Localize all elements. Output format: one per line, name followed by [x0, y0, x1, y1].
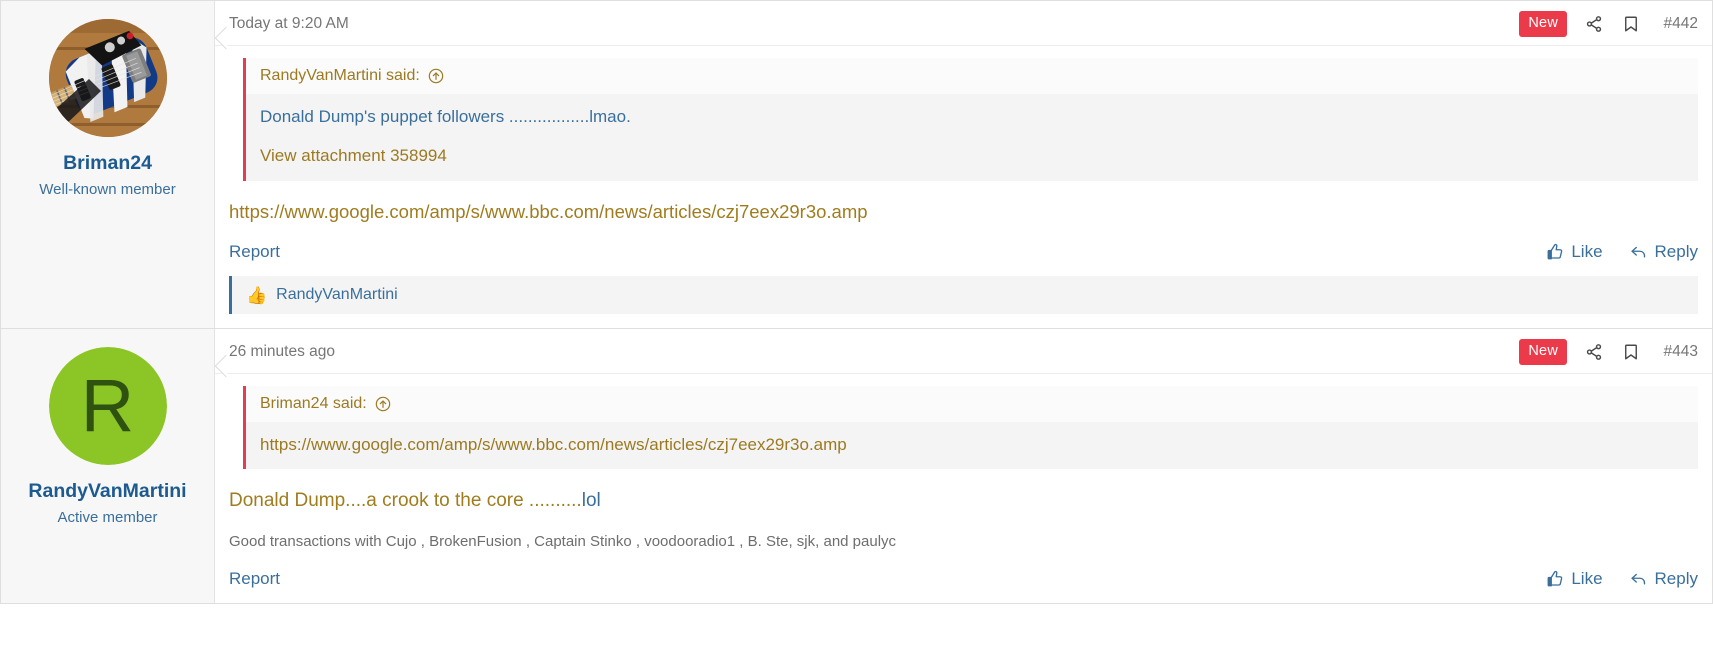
blockquote-content: https://www.google.com/amp/s/www.bbc.com…	[246, 421, 1698, 470]
blockquote-author-label: RandyVanMartini said:	[260, 66, 420, 84]
blockquote-author-label: Briman24 said:	[260, 394, 367, 412]
author-username[interactable]: RandyVanMartini	[11, 479, 204, 504]
post-author-column: Briman24 Well-known member	[1, 1, 215, 329]
post-content: RandyVanMartini said: Donald Dump's pupp…	[215, 46, 1712, 227]
bookmark-icon[interactable]	[1621, 342, 1641, 362]
author-title: Well-known member	[39, 180, 176, 198]
blockquote-content: Donald Dump's puppet followers .........…	[246, 93, 1698, 181]
post-actions-right: Like Reply	[1546, 242, 1698, 262]
blockquote-attachment-line: View attachment 358994	[260, 146, 447, 165]
post-actions-left: Report	[229, 242, 280, 262]
post-author-column: R RandyVanMartini Active member	[1, 329, 215, 604]
bookmark-icon[interactable]	[1621, 14, 1641, 34]
reply-label: Reply	[1654, 242, 1698, 262]
reply-button[interactable]: Reply	[1629, 569, 1698, 589]
thumbs-up-icon	[1546, 243, 1564, 261]
reply-button[interactable]: Reply	[1629, 242, 1698, 262]
arrow-up-circle-icon[interactable]	[375, 395, 392, 412]
post-body-inline-link[interactable]: lol	[582, 490, 601, 511]
blockquote-attribution: Briman24 said:	[246, 385, 1698, 422]
like-label: Like	[1571, 242, 1603, 262]
author-username[interactable]: Briman24	[11, 151, 204, 176]
share-icon[interactable]	[1584, 342, 1604, 362]
post-header: 26 minutes ago New #443	[215, 329, 1712, 374]
post-message-column: 26 minutes ago New #443 Briman24 said: h…	[215, 329, 1712, 603]
share-icon[interactable]	[1584, 14, 1604, 34]
thumbs-up-reaction-icon: 👍	[246, 285, 268, 305]
avatar[interactable]: R	[48, 347, 167, 466]
thread-post-list: Briman24 Well-known member Today at 9:20…	[0, 0, 1713, 605]
thumbs-up-icon	[1546, 570, 1564, 588]
reply-arrow-icon	[1629, 243, 1648, 261]
blockquote-attribution: RandyVanMartini said:	[246, 57, 1698, 94]
blockquote: Briman24 said: https://www.google.com/am…	[243, 385, 1698, 470]
blockquote-line: Donald Dump's puppet followers .........…	[260, 106, 631, 126]
like-label: Like	[1571, 569, 1603, 589]
post-442: Briman24 Well-known member Today at 9:20…	[0, 0, 1713, 330]
post-message-column: Today at 9:20 AM New #442 RandyVanMartin…	[215, 1, 1712, 328]
post-header-controls: New #442	[1519, 11, 1698, 37]
reaction-usernames[interactable]: RandyVanMartini	[276, 286, 398, 304]
post-number[interactable]: #442	[1658, 15, 1698, 33]
post-body-text: Donald Dump....a crook to the core .....…	[229, 483, 1698, 517]
author-title: Active member	[57, 509, 158, 527]
post-actions: Report Like Reply	[215, 553, 1712, 603]
post-body-link[interactable]: https://www.google.com/amp/s/www.bbc.com…	[229, 195, 1698, 227]
like-button[interactable]: Like	[1546, 569, 1603, 589]
avatar[interactable]	[48, 19, 167, 137]
avatar-initial: R	[48, 347, 167, 466]
report-link[interactable]: Report	[229, 242, 280, 261]
post-timestamp[interactable]: 26 minutes ago	[229, 343, 335, 361]
post-number[interactable]: #443	[1658, 343, 1698, 361]
blockquote-line: https://www.google.com/amp/s/www.bbc.com…	[260, 434, 847, 454]
avatar-image	[48, 19, 167, 137]
post-header: Today at 9:20 AM New #442	[215, 1, 1712, 46]
report-link[interactable]: Report	[229, 569, 280, 588]
post-actions: Report Like Reply	[215, 226, 1712, 276]
status-badge-new: New	[1519, 339, 1567, 365]
reply-label: Reply	[1654, 569, 1698, 589]
author-signature: Good transactions with Cujo , BrokenFusi…	[229, 532, 897, 550]
post-reactions-bar[interactable]: 👍 RandyVanMartini	[229, 276, 1698, 315]
blockquote: RandyVanMartini said: Donald Dump's pupp…	[243, 57, 1698, 181]
like-button[interactable]: Like	[1546, 242, 1603, 262]
post-443: R RandyVanMartini Active member 26 minut…	[0, 329, 1713, 605]
post-bottom-spacer	[215, 314, 1712, 328]
arrow-up-circle-icon[interactable]	[428, 67, 445, 84]
post-body-main: Donald Dump....a crook to the core .....…	[229, 490, 582, 512]
post-header-controls: New #443	[1519, 339, 1698, 365]
post-actions-left: Report	[229, 569, 280, 589]
reply-arrow-icon	[1629, 570, 1648, 588]
post-content: Briman24 said: https://www.google.com/am…	[215, 374, 1712, 554]
post-actions-right: Like Reply	[1546, 569, 1698, 589]
status-badge-new: New	[1519, 11, 1567, 37]
post-timestamp[interactable]: Today at 9:20 AM	[229, 15, 349, 33]
